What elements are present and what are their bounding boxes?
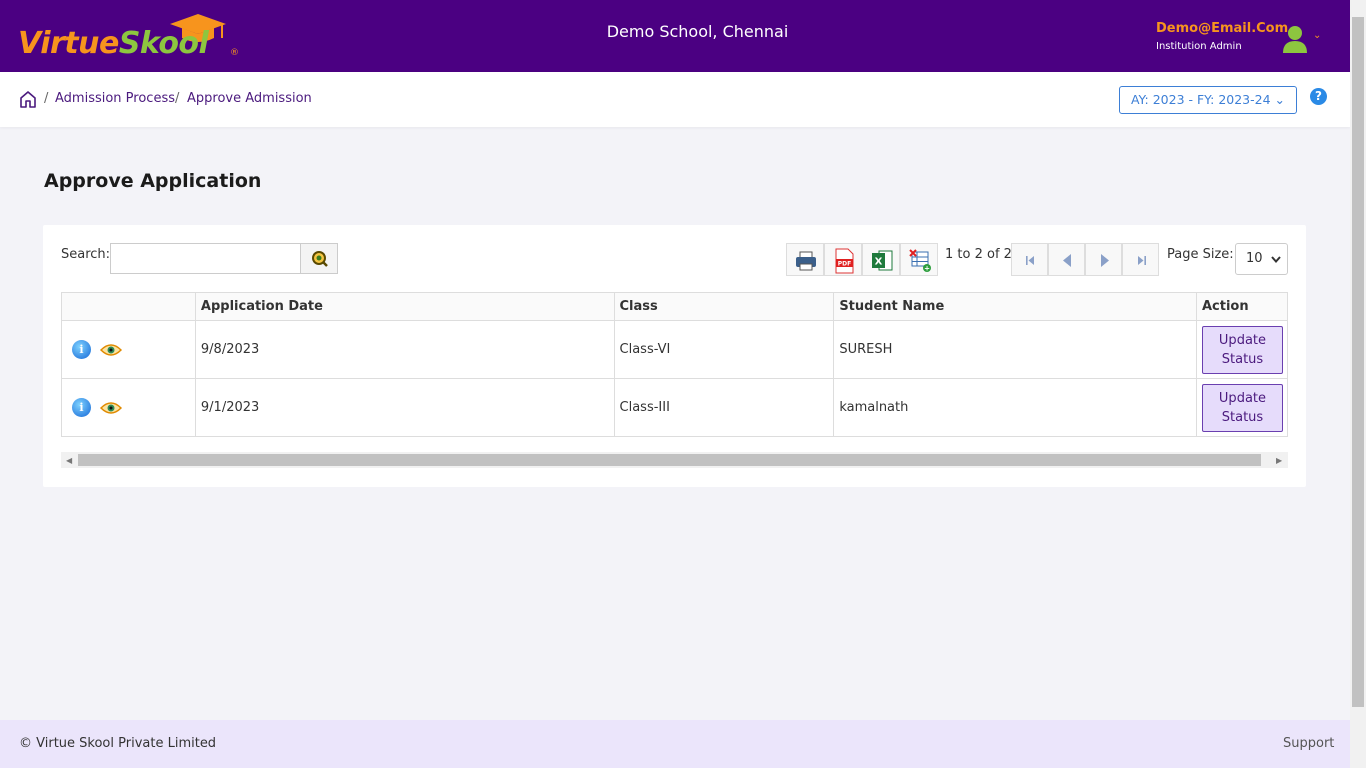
cell-student-name: SURESH (833, 320, 1197, 379)
home-icon[interactable] (20, 91, 36, 108)
svg-text:PDF: PDF (838, 261, 851, 268)
table-settings-icon: + (909, 249, 931, 273)
user-menu-chevron-down-icon[interactable]: ⌄ (1313, 30, 1321, 41)
cell-application-date: 9/1/2023 (194, 378, 615, 437)
academic-year-dropdown[interactable]: AY: 2023 - FY: 2023-24 ⌄ (1119, 86, 1297, 114)
user-email[interactable]: Demo@Email.Com (1156, 21, 1288, 36)
footer: © Virtue Skool Private Limited Support (0, 720, 1350, 768)
column-header-student-name[interactable]: Student Name (833, 292, 1197, 321)
column-header-actions (61, 292, 196, 321)
breadcrumb-approve-admission[interactable]: Approve Admission (187, 91, 312, 106)
print-button[interactable] (786, 243, 824, 276)
first-page-button[interactable] (1011, 243, 1048, 276)
pdf-icon: PDF (835, 248, 854, 274)
table-row: i 9/1/2023 Class-III kamalnath Update St… (61, 378, 1289, 437)
scrollbar-thumb[interactable] (78, 454, 1261, 466)
page-scrollbar-thumb[interactable] (1352, 17, 1364, 707)
cell-action: Update Status (1195, 320, 1289, 379)
last-page-button[interactable] (1122, 243, 1159, 276)
chevron-down-icon (1271, 256, 1281, 264)
breadcrumb-admission-process[interactable]: Admission Process (55, 91, 175, 106)
page-vertical-scrollbar[interactable] (1350, 0, 1366, 768)
column-header-application-date[interactable]: Application Date (194, 292, 615, 321)
breadcrumb-separator: / (175, 91, 180, 106)
next-page-icon (1101, 254, 1109, 267)
eye-icon[interactable] (100, 401, 122, 415)
table-row: i 9/8/2023 Class-VI SURESH Update Status (61, 320, 1289, 379)
cell-student-name: kamalnath (833, 378, 1197, 437)
scroll-right-icon[interactable]: ▶ (1276, 456, 1282, 465)
pager-info: 1 to 2 of 2 (945, 247, 1012, 262)
logo-registered-mark: ® (230, 48, 239, 58)
info-icon[interactable]: i (72, 340, 91, 359)
eye-icon[interactable] (100, 343, 122, 357)
applications-table: Application Date Class Student Name Acti… (61, 292, 1289, 437)
cell-application-date: 9/8/2023 (194, 320, 615, 379)
cell-class: Class-VI (613, 320, 835, 379)
row-icons-cell: i (61, 378, 196, 437)
page-size-select[interactable]: 10 (1235, 243, 1288, 275)
previous-page-button[interactable] (1048, 243, 1085, 276)
user-role: Institution Admin (1156, 41, 1242, 52)
page-size-label: Page Size: (1167, 247, 1234, 262)
user-avatar-icon[interactable] (1282, 25, 1308, 53)
row-icons-cell: i (61, 320, 196, 379)
export-pdf-button[interactable]: PDF (824, 243, 862, 276)
printer-icon (796, 251, 816, 271)
update-status-button[interactable]: Update Status (1201, 325, 1283, 374)
table-header-row: Application Date Class Student Name Acti… (61, 292, 1289, 321)
excel-icon: X (872, 250, 893, 271)
next-page-button[interactable] (1085, 243, 1122, 276)
svg-text:X: X (875, 257, 883, 268)
top-header: VirtueSkool ® Demo School, Chennai Demo@… (0, 0, 1350, 72)
magnifier-icon (312, 251, 328, 267)
help-icon[interactable]: ? (1310, 88, 1327, 105)
search-label: Search: (61, 247, 111, 262)
column-chooser-button[interactable]: + (900, 243, 938, 276)
update-status-button[interactable]: Update Status (1201, 383, 1283, 432)
cell-class: Class-III (613, 378, 835, 437)
column-header-action: Action (1195, 292, 1289, 321)
breadcrumb-bar: / Admission Process / Approve Admission … (0, 72, 1350, 127)
cell-action: Update Status (1195, 378, 1289, 437)
column-header-class[interactable]: Class (613, 292, 835, 321)
page-size-value: 10 (1246, 251, 1263, 266)
page-title: Approve Application (44, 170, 262, 192)
svg-text:+: + (924, 265, 930, 273)
previous-page-icon (1063, 254, 1071, 267)
copyright-text: © Virtue Skool Private Limited (19, 736, 217, 751)
search-button[interactable] (300, 243, 338, 274)
table-horizontal-scrollbar[interactable]: ◀ ▶ (61, 452, 1288, 468)
search-input[interactable] (110, 243, 301, 274)
scroll-left-icon[interactable]: ◀ (66, 456, 72, 465)
breadcrumb-separator: / (44, 91, 49, 106)
last-page-icon (1138, 256, 1146, 265)
export-excel-button[interactable]: X (862, 243, 900, 276)
info-icon[interactable]: i (72, 398, 91, 417)
grid-panel: Search: PDF X + 1 to 2 of 2 Page Size: 1… (43, 225, 1306, 487)
first-page-icon (1026, 256, 1034, 265)
support-link[interactable]: Support (1283, 736, 1334, 751)
